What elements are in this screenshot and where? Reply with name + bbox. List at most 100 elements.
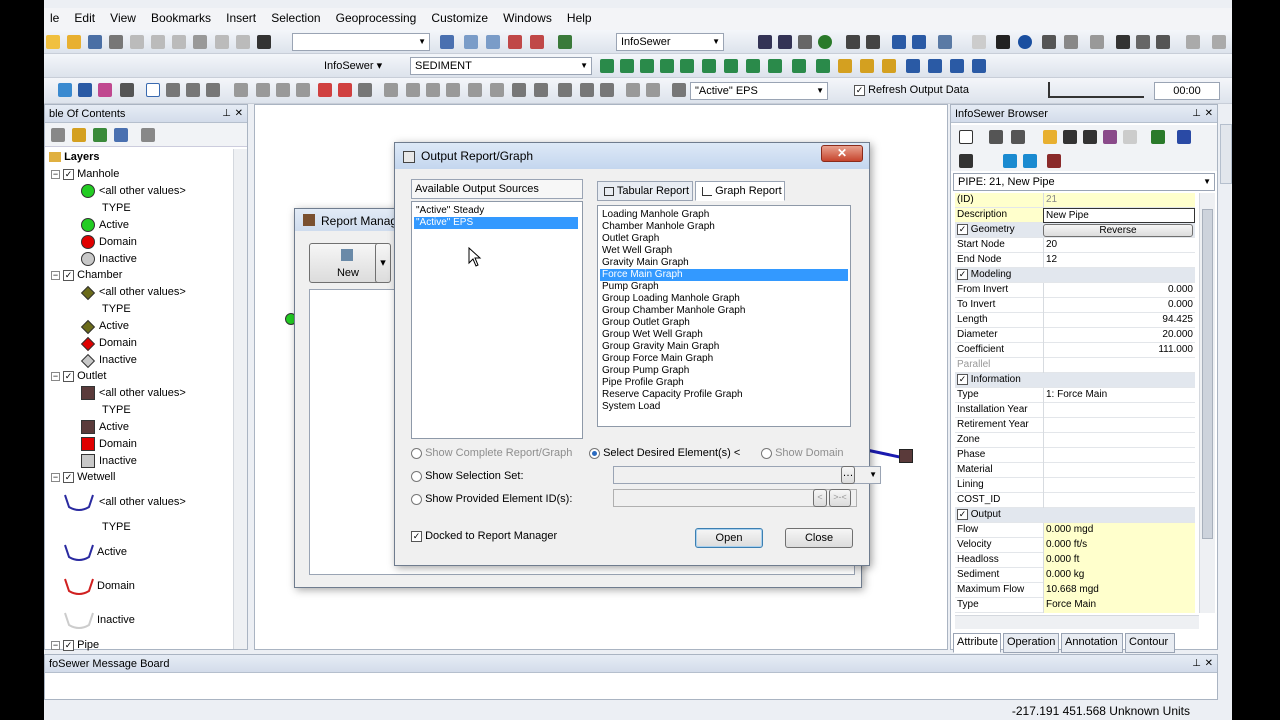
select-arrow-icon[interactable]: [959, 130, 973, 144]
domain-manager-icon[interactable]: [680, 59, 694, 73]
binoculars-icon[interactable]: [989, 130, 1003, 144]
zoom-to-icon[interactable]: [1011, 130, 1025, 144]
clear-selection-icon[interactable]: [972, 35, 986, 49]
prop-row-flow[interactable]: Flow 0.000 mgd: [955, 523, 1195, 538]
option-desired-elements[interactable]: Select Desired Element(s) <: [589, 447, 740, 459]
option-selection-set[interactable]: Show Selection Set:: [411, 470, 524, 482]
model-icon[interactable]: [558, 35, 572, 49]
split-icon[interactable]: [234, 83, 248, 97]
reverse-button[interactable]: Reverse: [1043, 224, 1193, 237]
python-icon[interactable]: [530, 35, 544, 49]
prop-row-type[interactable]: Type 1: Force Main: [955, 388, 1195, 403]
tab-graph-report[interactable]: Graph Report: [695, 181, 785, 201]
provided-ids-clear-button[interactable]: >-<: [829, 489, 851, 507]
db-editor-icon[interactable]: [640, 59, 654, 73]
close-icon[interactable]: ✕: [235, 108, 243, 119]
menu-customize[interactable]: Customize: [425, 8, 494, 28]
catalog-side-tab[interactable]: [1220, 124, 1232, 184]
query-icon[interactable]: [768, 59, 782, 73]
contour-icon[interactable]: [792, 59, 806, 73]
copy-icon[interactable]: [151, 35, 166, 49]
tab-annotation[interactable]: Annotation: [1061, 633, 1123, 653]
extend-icon[interactable]: [468, 83, 482, 97]
time-slider-handle[interactable]: [1048, 82, 1050, 98]
find-icon[interactable]: [1116, 35, 1130, 49]
collapse-icon[interactable]: −: [51, 169, 60, 179]
prop-row-coefficient[interactable]: Coefficient 111.000: [955, 343, 1195, 358]
section-information[interactable]: ✓ Information: [955, 373, 1195, 388]
toc-layer-wetwell[interactable]: − ✓ Wetwell: [51, 471, 115, 488]
browser-horizontal-scrollbar[interactable]: [955, 615, 1199, 629]
hydraulic-icon[interactable]: [838, 59, 852, 73]
list-item[interactable]: Group Outlet Graph: [600, 317, 848, 329]
outlet-feature[interactable]: [899, 449, 913, 463]
menu-windows[interactable]: Windows: [497, 8, 558, 28]
infosewer-combo[interactable]: InfoSewer ▼: [616, 33, 724, 51]
menu-help[interactable]: Help: [561, 8, 598, 28]
catalog-icon[interactable]: [486, 35, 500, 49]
section-modeling[interactable]: ✓ Modeling: [955, 268, 1195, 283]
prop-row-start-node[interactable]: Start Node 20: [955, 238, 1195, 253]
toc-layer-outlet[interactable]: − ✓ Outlet: [51, 370, 106, 387]
identify-icon[interactable]: [1018, 35, 1032, 49]
merge-icon[interactable]: [256, 83, 270, 97]
prop-row-installation-year[interactable]: Installation Year: [955, 403, 1195, 418]
redo-icon[interactable]: [235, 35, 250, 49]
map-display-icon[interactable]: [816, 59, 830, 73]
toc-layer-manhole[interactable]: − ✓ Manhole: [51, 168, 119, 185]
prop-row-maximum-flow[interactable]: Maximum Flow 10.668 mgd: [955, 583, 1195, 598]
eraser-icon[interactable]: [1123, 130, 1137, 144]
menu-bookmarks[interactable]: Bookmarks: [145, 8, 217, 28]
selection-set-browse-button[interactable]: …: [841, 466, 855, 484]
open-folder-icon[interactable]: [67, 35, 82, 49]
docked-checkbox[interactable]: ✓ Docked to Report Manager: [411, 530, 557, 542]
pump-icon[interactable]: [882, 59, 896, 73]
tab-tabular-report[interactable]: Tabular Report: [597, 181, 693, 201]
prop-row-zone[interactable]: Zone: [955, 433, 1195, 448]
save-as-icon[interactable]: [1083, 130, 1097, 144]
facility-manager-icon[interactable]: [660, 59, 674, 73]
viewer-icon[interactable]: [1186, 35, 1200, 49]
prop-row-velocity[interactable]: Velocity 0.000 ft/s: [955, 538, 1195, 553]
list-item[interactable]: Pipe Profile Graph: [600, 377, 848, 389]
prop-row-retirement-year[interactable]: Retirement Year: [955, 418, 1195, 433]
attribute-browser-icon[interactable]: [620, 59, 634, 73]
close-icon[interactable]: ✕: [1205, 658, 1213, 669]
section-output[interactable]: ✓ Output: [955, 508, 1195, 523]
scenario-manager-icon[interactable]: [702, 59, 716, 73]
prop-row-sediment[interactable]: Sediment 0.000 kg: [955, 568, 1195, 583]
browser-scroll-thumb[interactable]: [1202, 209, 1213, 539]
option-show-domain[interactable]: Show Domain: [761, 447, 844, 459]
toolbox-icon[interactable]: [508, 35, 522, 49]
pin-icon[interactable]: ⊥: [222, 108, 231, 119]
list-item-selected[interactable]: Force Main Graph: [600, 269, 848, 281]
prop-row-end-node[interactable]: End Node 12: [955, 253, 1195, 268]
zoom-in-icon[interactable]: [758, 35, 772, 49]
table-icon[interactable]: [464, 35, 478, 49]
list-by-drawing-order-icon[interactable]: [51, 128, 65, 142]
menu-selection[interactable]: Selection: [265, 8, 326, 28]
flag-icon[interactable]: [318, 83, 332, 97]
hyperlink-icon[interactable]: [1042, 35, 1056, 49]
pump-tool-icon[interactable]: [98, 83, 112, 97]
report-manager-icon[interactable]: [724, 59, 738, 73]
scale-combo[interactable]: ▼: [292, 33, 430, 51]
save-icon[interactable]: [88, 35, 103, 49]
sources-list[interactable]: "Active" Steady "Active" EPS: [411, 201, 583, 439]
menu-view[interactable]: View: [104, 8, 142, 28]
options-icon[interactable]: [141, 128, 156, 142]
select-arrow-icon[interactable]: [146, 83, 160, 97]
close-icon[interactable]: ✕: [1205, 108, 1213, 119]
trim-icon[interactable]: [446, 83, 460, 97]
fixed-zoom-out-icon[interactable]: [866, 35, 880, 49]
list-item[interactable]: Chamber Manhole Graph: [600, 221, 848, 233]
insert-vertex-icon[interactable]: [186, 83, 200, 97]
forward-icon[interactable]: [1023, 154, 1037, 168]
list-item[interactable]: Loading Manhole Graph: [600, 209, 848, 221]
tab-attribute[interactable]: Attribute: [953, 633, 1001, 653]
option-provided-ids[interactable]: Show Provided Element ID(s):: [411, 493, 572, 505]
connectivity-icon[interactable]: [950, 59, 964, 73]
snap-icon[interactable]: [426, 83, 440, 97]
prop-row-phase[interactable]: Phase: [955, 448, 1195, 463]
pan-icon[interactable]: [798, 35, 812, 49]
